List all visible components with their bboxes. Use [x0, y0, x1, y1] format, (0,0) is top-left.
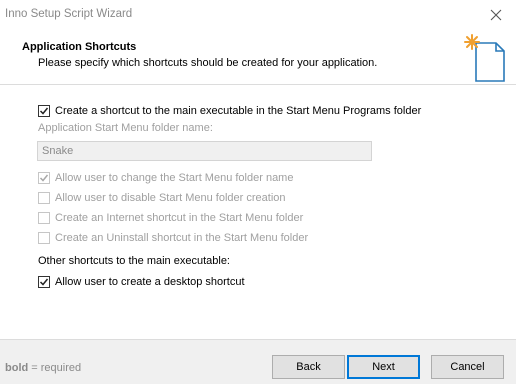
- desktop-shortcut-label: Allow user to create a desktop shortcut: [55, 276, 245, 288]
- checkbox-box[interactable]: [38, 212, 50, 224]
- other-shortcuts-label: Other shortcuts to the main executable:: [38, 255, 230, 267]
- start-menu-shortcut-checkbox[interactable]: Create a shortcut to the main executable…: [38, 103, 421, 119]
- close-icon: [490, 9, 502, 20]
- next-button[interactable]: Next: [347, 355, 420, 379]
- required-legend-bold: bold: [5, 362, 29, 374]
- required-legend-text: = required: [28, 362, 82, 374]
- folder-name-input[interactable]: [37, 141, 372, 161]
- checkbox-box[interactable]: [38, 232, 50, 244]
- desktop-shortcut-checkbox[interactable]: Allow user to create a desktop shortcut: [38, 274, 245, 290]
- allow-disable-folder-checkbox[interactable]: Allow user to disable Start Menu folder …: [38, 190, 286, 206]
- checkmark-icon: [39, 174, 49, 182]
- back-button[interactable]: Back: [272, 355, 345, 379]
- cancel-button[interactable]: Cancel: [431, 355, 504, 379]
- close-button[interactable]: [476, 0, 516, 29]
- start-menu-shortcut-label: Create a shortcut to the main executable…: [55, 105, 422, 117]
- window-title: Inno Setup Script Wizard: [5, 8, 133, 20]
- checkbox-box[interactable]: [38, 172, 50, 184]
- page-subtitle: Please specify which shortcuts should be…: [38, 57, 378, 69]
- checkbox-box[interactable]: [38, 192, 50, 204]
- uninstall-shortcut-checkbox[interactable]: Create an Uninstall shortcut in the Star…: [38, 230, 308, 246]
- page-title: Application Shortcuts: [22, 41, 137, 53]
- checkbox-box[interactable]: [38, 276, 50, 288]
- internet-shortcut-checkbox[interactable]: Create an Internet shortcut in the Start…: [38, 210, 303, 226]
- wizard-header: Application Shortcuts Please specify whi…: [0, 29, 516, 84]
- internet-shortcut-label: Create an Internet shortcut in the Start…: [55, 212, 304, 224]
- required-legend: bold = required: [5, 362, 81, 374]
- checkmark-icon: [39, 278, 49, 286]
- checkmark-icon: [39, 107, 49, 115]
- allow-change-folder-label: Allow user to change the Start Menu fold…: [55, 172, 294, 184]
- uninstall-shortcut-label: Create an Uninstall shortcut in the Star…: [55, 232, 309, 244]
- wizard-document-icon: [464, 34, 505, 82]
- allow-disable-folder-label: Allow user to disable Start Menu folder …: [55, 192, 286, 204]
- allow-change-folder-checkbox[interactable]: Allow user to change the Start Menu fold…: [38, 170, 293, 186]
- checkbox-box[interactable]: [38, 105, 50, 117]
- folder-name-label: Application Start Menu folder name:: [38, 122, 213, 134]
- title-bar: Inno Setup Script Wizard: [0, 0, 516, 29]
